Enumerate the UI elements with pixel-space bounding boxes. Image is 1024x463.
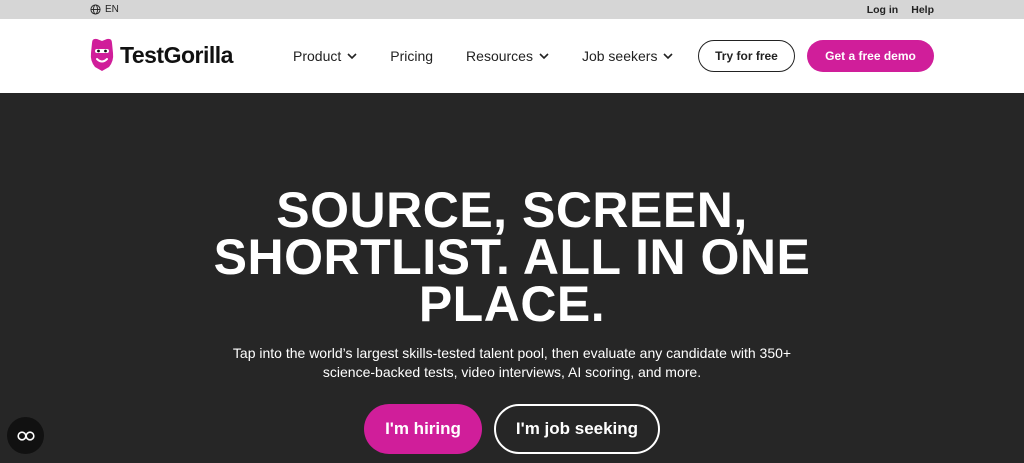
- try-free-button[interactable]: Try for free: [698, 40, 795, 72]
- hero-title-line3: PLACE.: [418, 276, 606, 332]
- main-header: TestGorilla Product Pricing Resources Jo…: [0, 19, 1024, 93]
- hero-subtitle-line2: science-backed tests, video interviews, …: [322, 364, 702, 380]
- chevron-down-icon: [347, 52, 357, 59]
- gorilla-icon: [90, 38, 114, 71]
- primary-nav: Product Pricing Resources Job seekers: [293, 19, 706, 93]
- chevron-down-icon: [663, 52, 674, 59]
- login-link[interactable]: Log in: [867, 4, 899, 16]
- job-seeking-button[interactable]: I'm job seeking: [494, 404, 660, 454]
- cookie-settings-button[interactable]: [7, 417, 44, 454]
- nav-product-label: Product: [293, 48, 342, 64]
- chevron-down-icon: [539, 52, 549, 59]
- nav-product[interactable]: Product: [293, 48, 357, 64]
- language-selector[interactable]: EN: [90, 0, 119, 19]
- help-link[interactable]: Help: [911, 4, 934, 16]
- globe-icon: [90, 4, 101, 15]
- im-hiring-button[interactable]: I'm hiring: [364, 404, 482, 454]
- cookie-settings-icon: [16, 430, 35, 441]
- hero-subtitle: Tap into the world’s largest skills-test…: [0, 344, 1024, 382]
- brand-logo[interactable]: TestGorilla: [88, 37, 233, 73]
- language-label: EN: [105, 4, 119, 15]
- hero-section: SOURCE, SCREEN, SHORTLIST. ALL IN ONE PL…: [0, 93, 1024, 463]
- nav-resources[interactable]: Resources: [466, 48, 549, 64]
- hero-title-line1: SOURCE, SCREEN,: [276, 182, 748, 238]
- hero-title: SOURCE, SCREEN, SHORTLIST. ALL IN ONE PL…: [0, 182, 1024, 332]
- nav-job-seekers-label: Job seekers: [581, 48, 658, 64]
- hero-title-line2: SHORTLIST. ALL IN ONE: [213, 229, 811, 285]
- nav-resources-label: Resources: [466, 48, 533, 64]
- nav-job-seekers[interactable]: Job seekers: [581, 48, 674, 64]
- brand-name: TestGorilla: [120, 41, 233, 68]
- nav-pricing[interactable]: Pricing: [390, 48, 433, 64]
- free-demo-button[interactable]: Get a free demo: [807, 40, 934, 72]
- nav-pricing-label: Pricing: [390, 48, 434, 64]
- top-utility-bar: EN Log in Help: [0, 0, 1024, 19]
- hero-subtitle-line1: Tap into the world’s largest skills-test…: [232, 345, 792, 361]
